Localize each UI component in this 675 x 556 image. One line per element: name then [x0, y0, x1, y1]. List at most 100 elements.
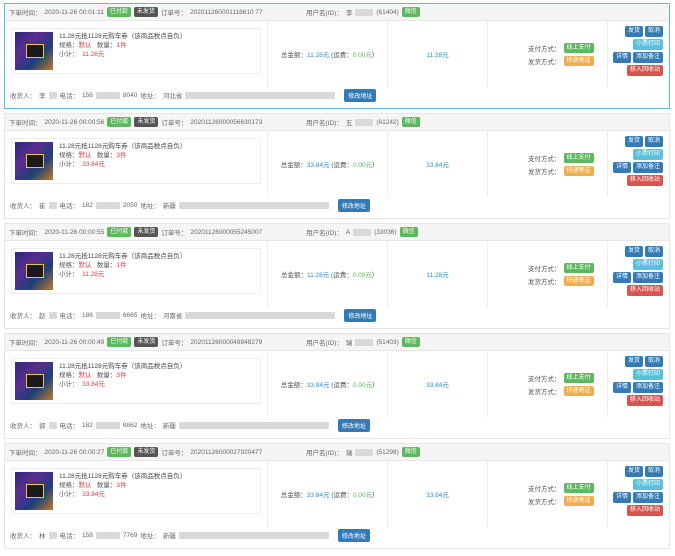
order-no: 20201126000055245007: [190, 228, 263, 236]
print-receipt-button[interactable]: 小票打印: [632, 479, 663, 490]
product-card[interactable]: 11.28元抵1128元购车券（该商品税点自负） 规格：默认 数量：3件 小计：…: [11, 358, 261, 404]
product-title[interactable]: 11.28元抵1128元购车券（该商品税点自负）: [59, 472, 186, 481]
paid-badge: 已付款: [107, 337, 132, 347]
detail-button[interactable]: 详情: [612, 382, 631, 393]
move-to-recycle-button[interactable]: 移入回收站: [626, 175, 663, 186]
ship-button[interactable]: 发货: [624, 246, 643, 257]
cancel-button[interactable]: 取消: [644, 356, 663, 367]
freight-close: ): [372, 380, 375, 388]
subtotal-label: 小计：: [59, 51, 79, 58]
product-title[interactable]: 11.28元抵1128元购车券（该商品税点自负）: [59, 362, 186, 371]
user-name: 瑞: [345, 450, 353, 457]
product-thumbnail[interactable]: [15, 142, 53, 180]
address-label: 地址：: [140, 203, 160, 210]
cancel-button[interactable]: 取消: [644, 26, 663, 37]
edit-address-button[interactable]: 修改地址: [337, 198, 370, 212]
add-note-button[interactable]: 添加备注: [632, 492, 663, 503]
spec-value: 默认: [78, 482, 92, 489]
print-receipt-button[interactable]: 小票打印: [632, 39, 663, 50]
product-title[interactable]: 11.28元抵1128元购车券（该商品税点自负）: [59, 252, 186, 261]
order-no: 20201126000027920477: [190, 448, 263, 456]
consignee-label: 收货人：: [10, 423, 36, 430]
price-cell: 33.84元: [388, 131, 488, 197]
freight-close: ): [371, 50, 375, 58]
order-no-label: 订单号：: [161, 450, 188, 457]
detail-button[interactable]: 详情: [612, 162, 631, 173]
product-cell: 11.28元抵1128元购车券（该商品税点自负） 规格：默认 数量：3件 小计：…: [5, 461, 268, 527]
move-to-recycle-button[interactable]: 移入回收站: [626, 285, 663, 296]
product-cell: 11.28元抵1128元购车券（该商品税点自负） 规格：默认 数量：1件 小计：…: [5, 241, 268, 307]
express-badge: 快递寄送: [563, 165, 594, 176]
add-note-button[interactable]: 添加备注: [632, 52, 663, 63]
cancel-button[interactable]: 取消: [644, 246, 663, 257]
price-value: 33.84元: [426, 162, 449, 169]
consignee-label: 收货人：: [10, 93, 36, 100]
subtotal-label: 小计：: [59, 161, 79, 168]
edit-address-button[interactable]: 修改地址: [344, 88, 377, 102]
cancel-button[interactable]: 取消: [644, 136, 663, 147]
product-cell: 11.28元抵1128元购车券（该商品税点自负） 规格：默认 数量：3件 小计：…: [5, 351, 268, 417]
cancel-button[interactable]: 取消: [644, 466, 663, 477]
move-to-recycle-button[interactable]: 移入回收站: [626, 395, 663, 406]
ship-button[interactable]: 发货: [624, 136, 643, 147]
product-card[interactable]: 11.28元抵1128元购车券（该商品税点自负） 规格：默认 数量：1件 小计：…: [11, 28, 261, 74]
add-note-button[interactable]: 添加备注: [632, 382, 663, 393]
print-receipt-button[interactable]: 小票打印: [632, 369, 663, 380]
product-title[interactable]: 11.28元抵1128元购车券（该商品税点自负）: [59, 32, 186, 41]
address-value: 新疆: [162, 203, 176, 210]
redacted-user: [355, 8, 374, 16]
phone-prefix: 182: [82, 421, 93, 429]
product-thumbnail[interactable]: [15, 362, 53, 400]
product-thumbnail[interactable]: [15, 32, 53, 70]
product-thumbnail[interactable]: [15, 252, 53, 290]
edit-address-button[interactable]: 修改地址: [337, 528, 370, 542]
ship-button[interactable]: 发货: [624, 466, 643, 477]
detail-button[interactable]: 详情: [612, 492, 631, 503]
price-cell: 33.84元: [388, 351, 488, 417]
product-card[interactable]: 11.28元抵1128元购车券（该商品税点自负） 规格：默认 数量：1件 小计：…: [11, 248, 261, 294]
redacted-name: [48, 91, 57, 99]
product-card[interactable]: 11.28元抵1128元购车券（该商品税点自负） 规格：默认 数量：3件 小计：…: [11, 468, 261, 514]
add-note-button[interactable]: 添加备注: [632, 272, 663, 283]
phone-suffix: 8040: [122, 91, 138, 99]
edit-address-button[interactable]: 修改地址: [337, 418, 370, 432]
wechat-badge: 微信: [399, 227, 418, 237]
qty-label: 数量：: [96, 262, 117, 269]
phone-prefix: 186: [82, 311, 93, 319]
add-note-button[interactable]: 添加备注: [632, 162, 663, 173]
user-label: 用户名(ID)：: [306, 10, 343, 17]
ship-method-label: 发货方式：: [528, 58, 561, 66]
redacted-user: [355, 118, 374, 126]
freight-close: ): [372, 490, 375, 498]
express-badge: 快递寄送: [563, 55, 594, 66]
move-to-recycle-button[interactable]: 移入回收站: [626, 65, 663, 76]
move-to-recycle-button[interactable]: 移入回收站: [626, 505, 663, 516]
online-pay-badge: 线上支付: [563, 262, 594, 273]
order-header: 下单时间： 2020-11-26 00:00:55 已付款 未发货 订单号： 2…: [5, 224, 669, 241]
print-receipt-button[interactable]: 小票打印: [632, 259, 663, 270]
order-body: 11.28元抵1128元购车券（该商品税点自负） 规格：默认 数量：3件 小计：…: [5, 351, 669, 417]
price-value: 33.84元: [426, 492, 449, 499]
spec-value: 默认: [78, 42, 92, 49]
print-receipt-button[interactable]: 小票打印: [632, 149, 663, 160]
product-card[interactable]: 11.28元抵1128元购车券（该商品税点自负） 规格：默认 数量：3件 小计：…: [11, 138, 261, 184]
edit-address-button[interactable]: 修改地址: [344, 308, 377, 322]
price-value: 11.28元: [426, 272, 449, 279]
redacted-phone: [95, 421, 120, 429]
ship-method-label: 发货方式：: [528, 168, 561, 176]
payment-cell: 支付方式： 线上支付 发货方式： 快递寄送: [488, 131, 608, 197]
detail-button[interactable]: 详情: [612, 272, 631, 283]
total-cell: 总金额： 11.28元 (运费： 0.00元 ): [268, 241, 388, 307]
product-title[interactable]: 11.28元抵1128元购车券（该商品税点自负）: [59, 142, 186, 151]
online-pay-badge: 线上支付: [563, 372, 594, 383]
order-time-label: 下单时间：: [9, 230, 42, 237]
ship-button[interactable]: 发货: [624, 26, 643, 37]
consignee-label: 收货人：: [10, 533, 36, 540]
total-label: 总金额：: [280, 492, 307, 499]
order-body: 11.28元抵1128元购车券（该商品税点自负） 规格：默认 数量：1件 小计：…: [5, 241, 669, 307]
ship-button[interactable]: 发货: [624, 356, 643, 367]
order-time: 2020-11-26 00:00:55: [44, 228, 105, 236]
consignee-name: 郭: [39, 423, 46, 430]
detail-button[interactable]: 详情: [612, 52, 631, 63]
product-thumbnail[interactable]: [15, 472, 53, 510]
